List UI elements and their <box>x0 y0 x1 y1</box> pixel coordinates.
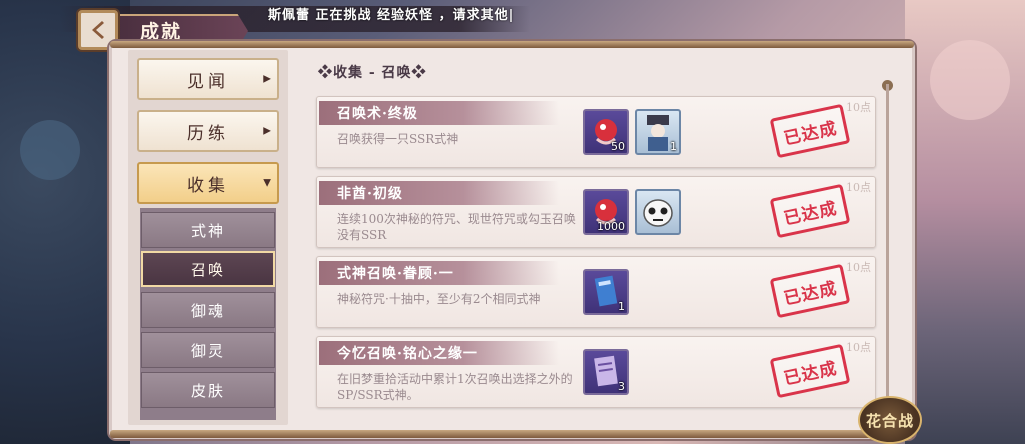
reward-count: 1000 <box>597 220 625 233</box>
shikigami-portrait-icon[interactable]: 1 <box>635 109 681 155</box>
sidebar-item-mitama[interactable]: 御魂 <box>141 292 275 328</box>
background-blossom <box>20 120 80 180</box>
tab-jianwen[interactable]: 见闻 ▶ <box>137 58 279 100</box>
achievement-title: 式神召唤·眷顾·一 <box>337 266 454 282</box>
scroll-rod-top <box>110 41 914 48</box>
tab-label: 历练 <box>187 123 229 144</box>
blue-talisman-icon[interactable]: 1 <box>583 269 629 315</box>
points-tag: 10点 <box>846 101 871 114</box>
event-emblem-button[interactable]: 花合战 <box>858 396 922 444</box>
tab-label: 收集 <box>187 175 229 196</box>
chevron-down-icon: ▼ <box>263 177 271 189</box>
points-tag: 10点 <box>846 181 871 194</box>
achievement-card: 召唤术·终极 召唤获得一只SSR式神 50 1 10点 已达成 <box>316 96 876 168</box>
scrollbar[interactable] <box>886 84 889 414</box>
purple-scroll-icon[interactable]: 3 <box>583 349 629 395</box>
completed-stamp: 已达成 <box>769 263 851 319</box>
reward-count: 50 <box>611 140 625 153</box>
background-blossom <box>930 40 1010 120</box>
reward-count: 1 <box>618 300 625 313</box>
chevron-left-icon <box>92 21 104 39</box>
points-tag: 10点 <box>846 341 871 354</box>
pale-mask-avatar-icon[interactable] <box>635 189 681 235</box>
background-left <box>0 0 130 444</box>
achievement-card: 非酋·初级 连续100次神秘的符咒、现世符咒或勾玉召唤没有SSR 1000 10… <box>316 176 876 248</box>
tab-label: 见闻 <box>187 71 229 92</box>
tab-lilian[interactable]: 历练 ▶ <box>137 110 279 152</box>
red-daruma-icon[interactable]: 1000 <box>583 189 629 235</box>
section-title: ❖收集 - 召唤❖ <box>318 65 427 81</box>
red-daruma-icon[interactable]: 50 <box>583 109 629 155</box>
achievement-title: 非酋·初级 <box>337 186 403 202</box>
sidebar-item-shikigami[interactable]: 式神 <box>141 212 275 248</box>
achievement-description: 连续100次神秘的符咒、现世符咒或勾玉召唤没有SSR <box>337 212 576 242</box>
achievement-title: 今忆召唤·铭心之缘一 <box>337 346 478 362</box>
scroll-rod-bottom <box>110 430 914 438</box>
reward-count: 3 <box>618 380 625 393</box>
tab-shouji[interactable]: 收集 ▼ <box>137 162 279 204</box>
sidebar-item-summon[interactable]: 召唤 <box>141 251 275 287</box>
points-tag: 10点 <box>846 261 871 274</box>
sidebar-item-skin[interactable]: 皮肤 <box>141 372 275 408</box>
achievement-card: 式神召唤·眷顾·一 神秘符咒·十抽中，至少有2个相同式神 1 10点 已达成 <box>316 256 876 328</box>
achievement-card: 今忆召唤·铭心之缘一 在旧梦重拾活动中累计1次召唤出选择之外的SP/SSR式神。… <box>316 336 876 408</box>
achievement-description: 在旧梦重拾活动中累计1次召唤出选择之外的SP/SSR式神。 <box>337 372 573 402</box>
page-title: 成就 <box>140 21 183 43</box>
achievement-description: 召唤获得一只SSR式神 <box>337 132 459 146</box>
completed-stamp: 已达成 <box>769 343 851 399</box>
chevron-right-icon: ▶ <box>263 73 271 85</box>
reward-count: 1 <box>670 140 677 153</box>
chevron-right-icon: ▶ <box>263 125 271 137</box>
achievement-title: 召唤术·终极 <box>337 106 418 122</box>
achievement-description: 神秘符咒·十抽中，至少有2个相同式神 <box>337 292 541 306</box>
announcement-text: 斯佩蕾 正在挑战 经验妖怪 ，请求其他| <box>268 8 515 23</box>
pale-mask-avatar-icon <box>643 199 673 227</box>
completed-stamp: 已达成 <box>769 183 851 239</box>
sidebar-item-spirit[interactable]: 御灵 <box>141 332 275 368</box>
completed-stamp: 已达成 <box>769 103 851 159</box>
